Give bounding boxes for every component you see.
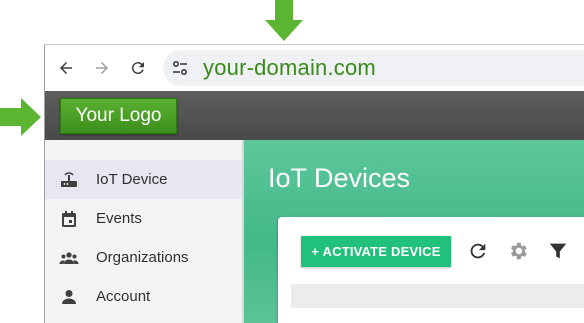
devices-card: + ACTIVATE DEVICE — [278, 217, 584, 323]
sidebar: IoT Device Events Organizations Account — [45, 140, 244, 323]
person-icon — [62, 290, 76, 304]
sidebar-item-account[interactable]: Account — [45, 277, 242, 316]
activate-device-button[interactable]: + ACTIVATE DEVICE — [301, 236, 451, 267]
back-button[interactable] — [55, 57, 77, 79]
people-icon — [59, 252, 79, 264]
forward-button[interactable] — [91, 57, 113, 79]
logo[interactable]: Your Logo — [60, 98, 177, 134]
url-text[interactable]: your-domain.com — [203, 54, 376, 82]
filter-icon[interactable] — [547, 240, 569, 262]
refresh-icon[interactable] — [467, 240, 489, 262]
sidebar-item-iot-device[interactable]: IoT Device — [45, 160, 242, 199]
address-bar[interactable]: your-domain.com — [163, 50, 584, 86]
reload-button[interactable] — [127, 57, 149, 79]
table-header — [291, 284, 584, 308]
main-content: IoT Devices + ACTIVATE DEVICE — [244, 140, 584, 323]
sidebar-item-label: Organizations — [96, 249, 189, 266]
calendar-icon — [62, 211, 76, 227]
browser-window: your-domain.com Your Logo IoT Device Eve… — [44, 44, 584, 323]
sidebar-item-label: Events — [96, 210, 142, 227]
arrow-back-icon — [60, 62, 72, 74]
logo-text: Your Logo — [75, 105, 162, 126]
reload-icon — [131, 62, 144, 75]
arrow-forward-icon — [96, 62, 108, 74]
sidebar-item-label: Account — [96, 288, 151, 305]
browser-toolbar: your-domain.com — [45, 45, 584, 91]
router-icon — [61, 172, 77, 187]
sidebar-item-label: IoT Device — [96, 171, 168, 188]
sidebar-item-events[interactable]: Events — [45, 199, 242, 238]
down-arrow-icon — [265, 0, 303, 41]
site-info-icon[interactable] — [171, 59, 189, 77]
page-title: IoT Devices — [268, 163, 411, 193]
right-arrow-icon — [0, 98, 41, 136]
sidebar-item-organizations[interactable]: Organizations — [45, 238, 242, 277]
settings-icon[interactable] — [507, 240, 529, 262]
app-header: Your Logo — [45, 91, 584, 140]
